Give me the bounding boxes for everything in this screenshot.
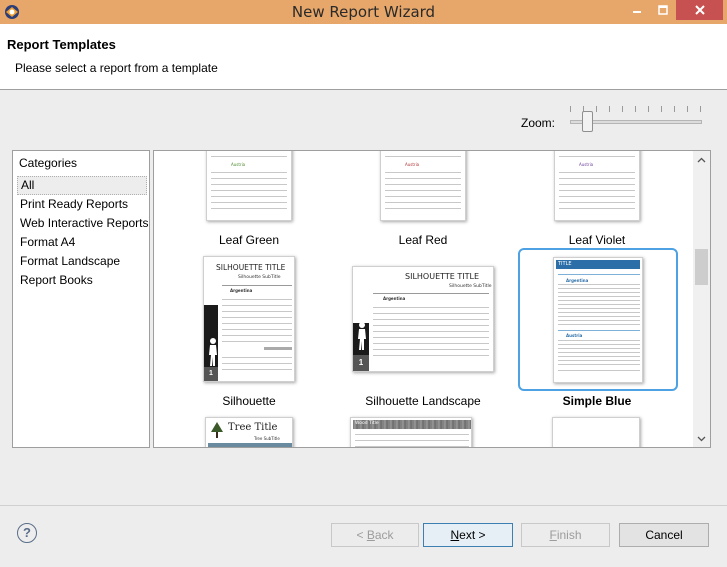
tree-icon — [211, 422, 223, 438]
category-format-landscape[interactable]: Format Landscape — [17, 252, 147, 271]
thumb-title: Tree Title — [228, 422, 278, 433]
thumb-group-label: Argentina — [230, 288, 253, 293]
chevron-down-icon — [697, 436, 706, 441]
scroll-down-button[interactable] — [693, 430, 710, 447]
thumb-group-label: Austria — [231, 162, 246, 167]
silhouette-figure-icon — [209, 338, 217, 366]
thumb-title: SILHOUETTE TITLE — [405, 272, 479, 281]
category-report-books[interactable]: Report Books — [17, 271, 147, 290]
template-label: Leaf Violet — [568, 233, 626, 247]
scrollbar-thumb[interactable] — [695, 249, 708, 285]
next-mnemonic: N — [450, 528, 460, 542]
page-title: Report Templates — [7, 37, 116, 52]
thumb-group-label-2: Austria — [566, 333, 583, 338]
help-icon[interactable]: ? — [17, 523, 37, 543]
thumb-subtitle: Silhouette SubTitle — [238, 275, 281, 280]
close-icon — [694, 5, 705, 15]
next-button[interactable]: Next > — [423, 523, 513, 547]
template-thumbnail: SILHOUETTE TITLE Silhouette SubTitle 1 A… — [203, 256, 295, 382]
thumb-band — [208, 443, 292, 447]
template-thumbnail: Wood Title — [350, 417, 472, 447]
template-thumbnail: Tree Title Tree SubTitle — [205, 417, 293, 447]
maximize-button[interactable] — [650, 0, 676, 20]
template-thumbnail: TITLE Argentina Austria — [553, 257, 643, 383]
window-title: New Report Wizard — [291, 3, 436, 21]
back-button[interactable]: < Back — [331, 523, 419, 547]
finish-mnemonic: F — [549, 528, 557, 542]
silhouette-figure-icon — [358, 322, 366, 350]
finish-button[interactable]: Finish — [521, 523, 610, 547]
categories-title: Categories — [19, 156, 78, 170]
template-label: Simple Blue — [562, 394, 632, 408]
template-thumbnail: Austria — [380, 151, 466, 221]
back-mnemonic: B — [366, 528, 375, 542]
template-thumbnail — [552, 417, 640, 447]
template-label: Leaf Red — [398, 233, 448, 247]
scroll-up-button[interactable] — [693, 151, 710, 168]
template-thumbnail: Austria — [554, 151, 640, 221]
template-thumbnail: Austria — [206, 151, 292, 221]
thumb-group-label: Austria — [405, 162, 420, 167]
thumb-group-label: Austria — [579, 162, 594, 167]
thumb-title: TITLE — [558, 261, 572, 267]
template-blank[interactable] — [550, 417, 642, 447]
wizard-header: Report Templates Please select a report … — [0, 24, 727, 90]
gallery-scrollbar[interactable] — [693, 151, 710, 447]
title-bar[interactable]: New Report Wizard — [0, 0, 727, 24]
thumb-title: SILHOUETTE TITLE — [216, 263, 286, 272]
template-silhouette[interactable]: SILHOUETTE TITLE Silhouette SubTitle 1 A… — [199, 255, 299, 411]
template-leaf-violet[interactable]: Austria Leaf Violet — [551, 151, 643, 249]
template-label: Leaf Green — [218, 233, 280, 247]
maximize-icon — [658, 5, 668, 15]
minimize-icon — [633, 11, 641, 13]
template-thumbnail: SILHOUETTE TITLE Silhouette SubTitle 1 A… — [352, 266, 494, 372]
back-arrow: < — [356, 528, 367, 542]
page-number-box: 1 — [353, 355, 369, 371]
template-silhouette-landscape[interactable]: SILHOUETTE TITLE Silhouette SubTitle 1 A… — [348, 255, 498, 411]
thumb-group-label: Argentina — [566, 278, 589, 283]
template-tree[interactable]: Tree Title Tree SubTitle — [203, 417, 295, 447]
thumb-group-label: Argentina — [383, 296, 406, 301]
page-number-box: 1 — [204, 367, 218, 381]
minimize-button[interactable] — [624, 0, 650, 20]
categories-list: All Print Ready Reports Web Interactive … — [17, 176, 149, 290]
template-leaf-red[interactable]: Austria Leaf Red — [377, 151, 469, 249]
template-simple-blue[interactable]: TITLE Argentina Austria Simple Blue — [516, 247, 678, 413]
thumb-subtitle: Tree SubTitle — [254, 436, 280, 441]
zoom-slider-thumb[interactable] — [582, 111, 593, 132]
thumb-subtitle: Silhouette SubTitle — [449, 284, 492, 289]
finish-label: inish — [556, 528, 582, 542]
category-format-a4[interactable]: Format A4 — [17, 233, 147, 252]
next-label: ext > — [459, 528, 486, 542]
template-leaf-green[interactable]: Austria Leaf Green — [203, 151, 295, 249]
templates-gallery: Austria Leaf Green Austria Leaf Red Aust… — [153, 150, 711, 448]
template-label: Silhouette Landscape — [365, 394, 481, 408]
template-label: Silhouette — [222, 394, 276, 408]
close-button[interactable] — [676, 0, 723, 20]
categories-panel: Categories All Print Ready Reports Web I… — [12, 150, 150, 448]
zoom-label: Zoom: — [521, 116, 556, 130]
footer-separator — [0, 505, 727, 506]
thumb-title: Wood Title — [355, 421, 379, 426]
template-wood[interactable]: Wood Title — [350, 417, 474, 447]
page-description: Please select a report from a template — [15, 61, 218, 75]
chevron-up-icon — [697, 157, 706, 162]
back-label: ack — [374, 528, 394, 542]
category-all[interactable]: All — [17, 176, 147, 195]
category-web-interactive-reports[interactable]: Web Interactive Reports — [17, 214, 149, 233]
cancel-button[interactable]: Cancel — [619, 523, 709, 547]
category-print-ready-reports[interactable]: Print Ready Reports — [17, 195, 147, 214]
